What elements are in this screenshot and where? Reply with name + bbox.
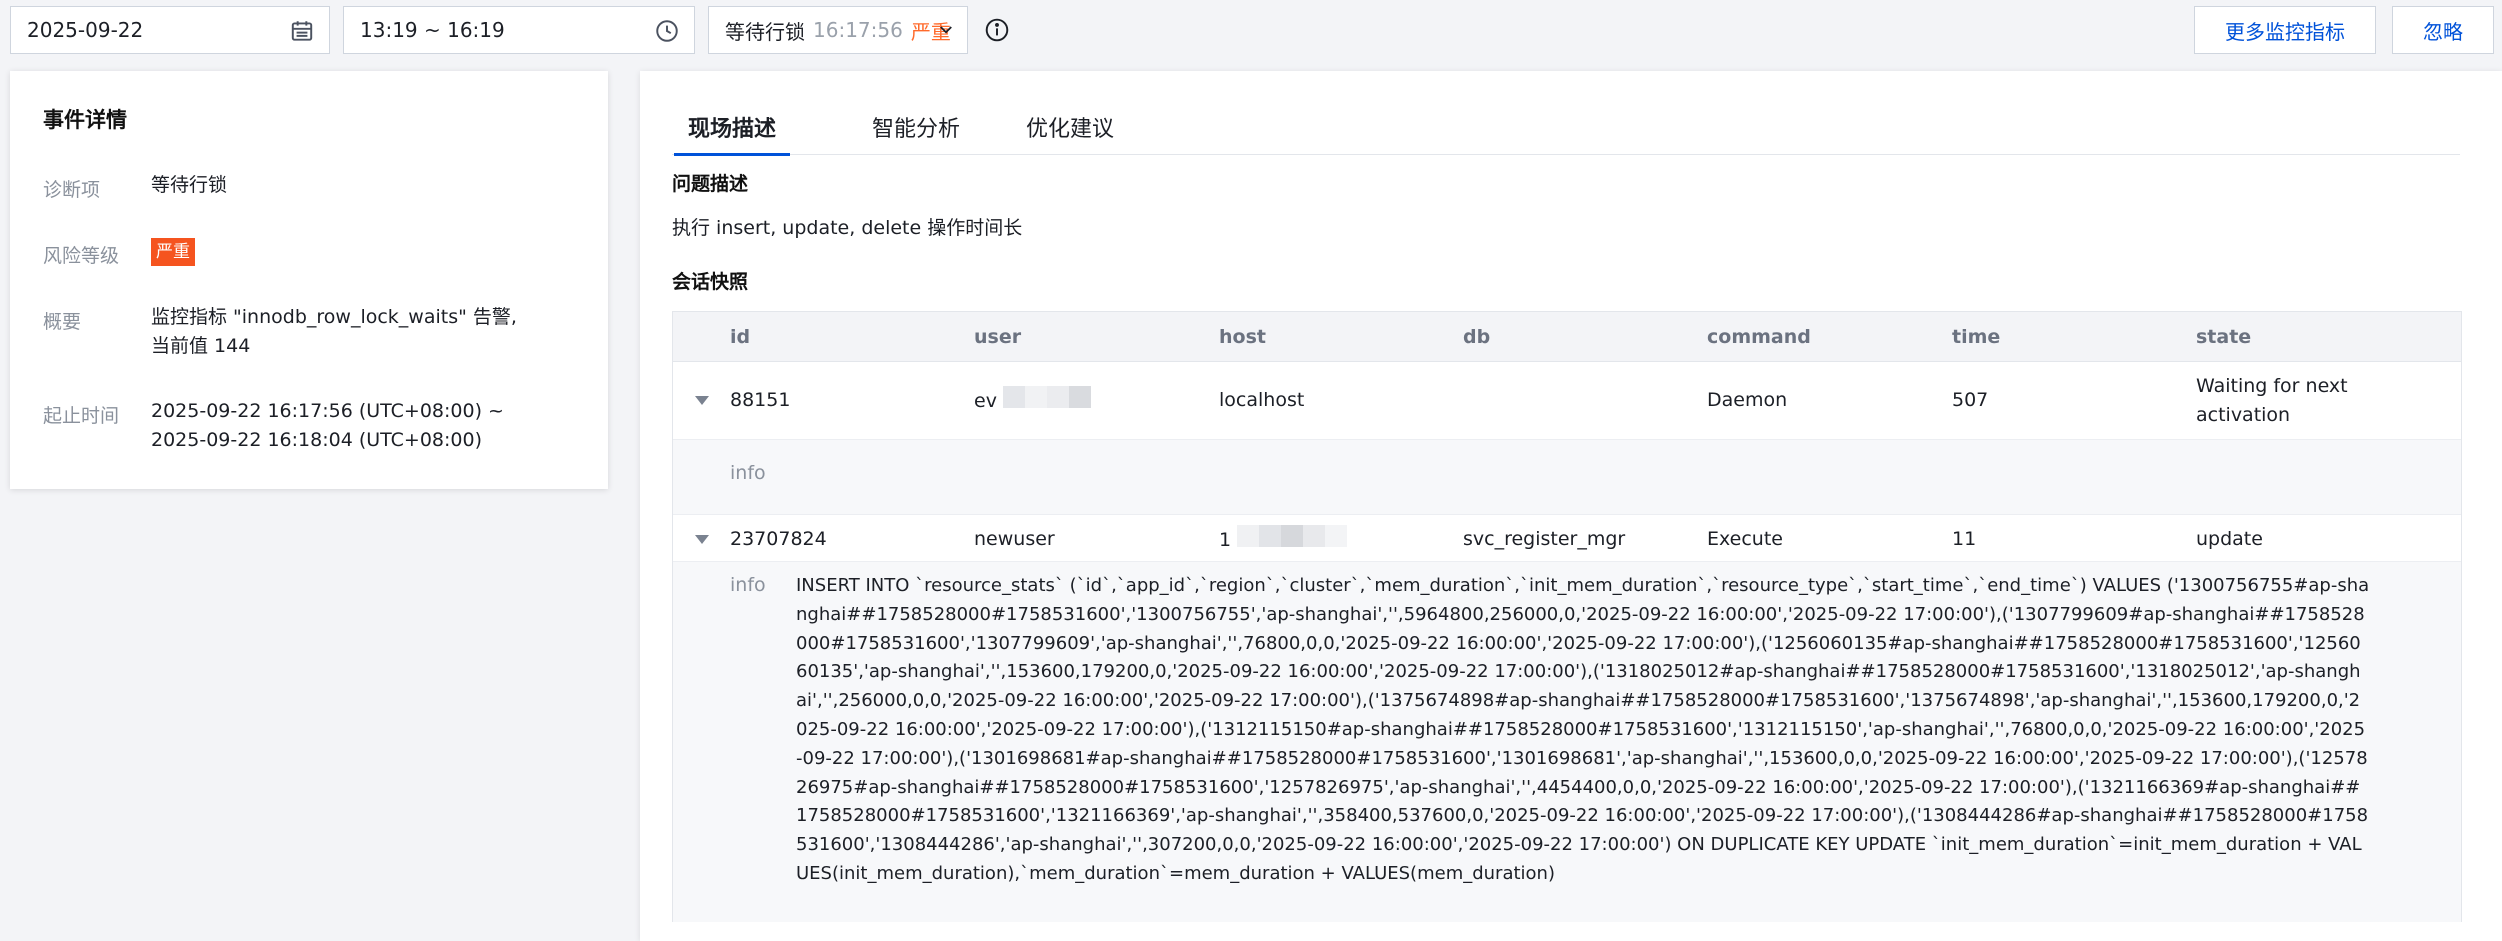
cell-state: update [2196, 525, 2263, 554]
diagnosis-value: 等待行锁 [151, 174, 228, 196]
snapshot-title: 会话快照 [672, 271, 749, 293]
cell-time: 507 [1952, 389, 1989, 411]
date-picker[interactable]: 2025-09-22 [10, 6, 330, 54]
col-id: id [730, 326, 751, 348]
info-label: info [730, 574, 766, 596]
period-line-2: 2025-09-22 16:18:04 (UTC+08:00) [151, 429, 482, 451]
chevron-down-icon [940, 26, 952, 34]
problem-text: 执行 insert, update, delete 操作时间长 [672, 217, 1023, 239]
date-value: 2025-09-22 [27, 18, 144, 42]
cell-command: Daemon [1707, 389, 1788, 411]
cell-host: 1 [1219, 525, 1348, 556]
info-circle-icon[interactable] [984, 17, 1010, 43]
cell-db: svc_register_mgr [1463, 528, 1626, 550]
cell-state-line-2: activation [2196, 404, 2291, 426]
event-select-time: 16:17:56 [813, 18, 903, 42]
col-command: command [1707, 326, 1811, 348]
event-details-card: 事件详情 诊断项 等待行锁 风险等级 严重 概要 监控指标 "innodb_ro… [10, 71, 608, 489]
scene-panel: 现场描述 智能分析 优化建议 问题描述 执行 insert, update, d… [640, 71, 2502, 941]
cell-id: 23707824 [730, 528, 827, 550]
event-select[interactable]: 等待行锁 16:17:56 严重 [708, 6, 968, 54]
masked-value [1002, 386, 1091, 417]
cell-id: 88151 [730, 389, 791, 411]
cell-host-text: 1 [1219, 529, 1232, 551]
info-text: INSERT INTO `resource_stats` (`id`,`app_… [796, 575, 2370, 884]
masked-value [1237, 525, 1348, 556]
period-value: 2025-09-22 16:17:56 (UTC+08:00) ~ 2025-0… [151, 397, 504, 455]
more-metrics-button[interactable]: 更多监控指标 [2194, 6, 2376, 54]
cell-state-line-1: Waiting for next [2196, 375, 2348, 397]
row-info-panel: info [673, 440, 2461, 514]
tab-smart-analysis[interactable]: 智能分析 [872, 111, 960, 155]
summary-label: 概要 [43, 311, 82, 333]
time-range-picker[interactable]: 13:19 ~ 16:19 [343, 6, 695, 54]
col-user: user [974, 326, 1022, 348]
problem-title: 问题描述 [672, 173, 749, 195]
tab-optimization-advice[interactable]: 优化建议 [1026, 111, 1114, 155]
time-range-value: 13:19 ~ 16:19 [360, 18, 505, 42]
period-label: 起止时间 [43, 405, 120, 427]
severity-badge: 严重 [151, 238, 195, 266]
caret-down-icon[interactable] [695, 396, 709, 405]
table-row[interactable]: 23707824 newuser 1 svc_register_mgr Exec… [673, 514, 2461, 562]
clock-icon [656, 20, 678, 42]
cell-user: ev [974, 386, 1091, 417]
diagnosis-label: 诊断项 [43, 179, 101, 201]
col-db: db [1463, 326, 1491, 348]
cell-user-text: ev [974, 390, 997, 412]
cell-host: localhost [1219, 389, 1305, 411]
cell-time: 11 [1952, 528, 1977, 550]
col-host: host [1219, 326, 1266, 348]
cell-state-line-1: update [2196, 528, 2263, 550]
table-row[interactable]: 88151 ev localhost Daemon 507 Waiting fo… [673, 362, 2461, 440]
calendar-icon [291, 21, 313, 41]
risk-value: 严重 [151, 237, 195, 266]
row-info-panel: info INSERT INTO `resource_stats` (`id`,… [673, 562, 2461, 922]
cell-command: Execute [1707, 528, 1783, 550]
summary-line-2: 当前值 144 [151, 335, 251, 357]
event-select-name: 等待行锁 [725, 19, 805, 44]
ignore-button[interactable]: 忽略 [2392, 6, 2494, 54]
tab-bar: 现场描述 智能分析 优化建议 [672, 111, 2460, 156]
col-state: state [2196, 326, 2252, 348]
toolbar: 2025-09-22 13:19 ~ 16:19 等待行锁 16:17:56 严… [0, 0, 2502, 60]
info-label: info [730, 462, 766, 484]
summary-line-1: 监控指标 "innodb_row_lock_waits" 告警, [151, 306, 517, 328]
summary-value: 监控指标 "innodb_row_lock_waits" 告警, 当前值 144 [151, 303, 517, 361]
event-details-title: 事件详情 [43, 108, 127, 132]
cell-user: newuser [974, 528, 1055, 550]
col-time: time [1952, 326, 2001, 348]
period-line-1: 2025-09-22 16:17:56 (UTC+08:00) ~ [151, 400, 504, 422]
tab-scene-description[interactable]: 现场描述 [673, 111, 791, 156]
caret-down-icon[interactable] [695, 535, 709, 544]
table-header: id user host db command time state [673, 312, 2461, 362]
session-snapshot-table: id user host db command time state 88151… [672, 311, 2462, 922]
cell-state: Waiting for next activation [2196, 372, 2348, 430]
risk-label: 风险等级 [43, 245, 120, 267]
